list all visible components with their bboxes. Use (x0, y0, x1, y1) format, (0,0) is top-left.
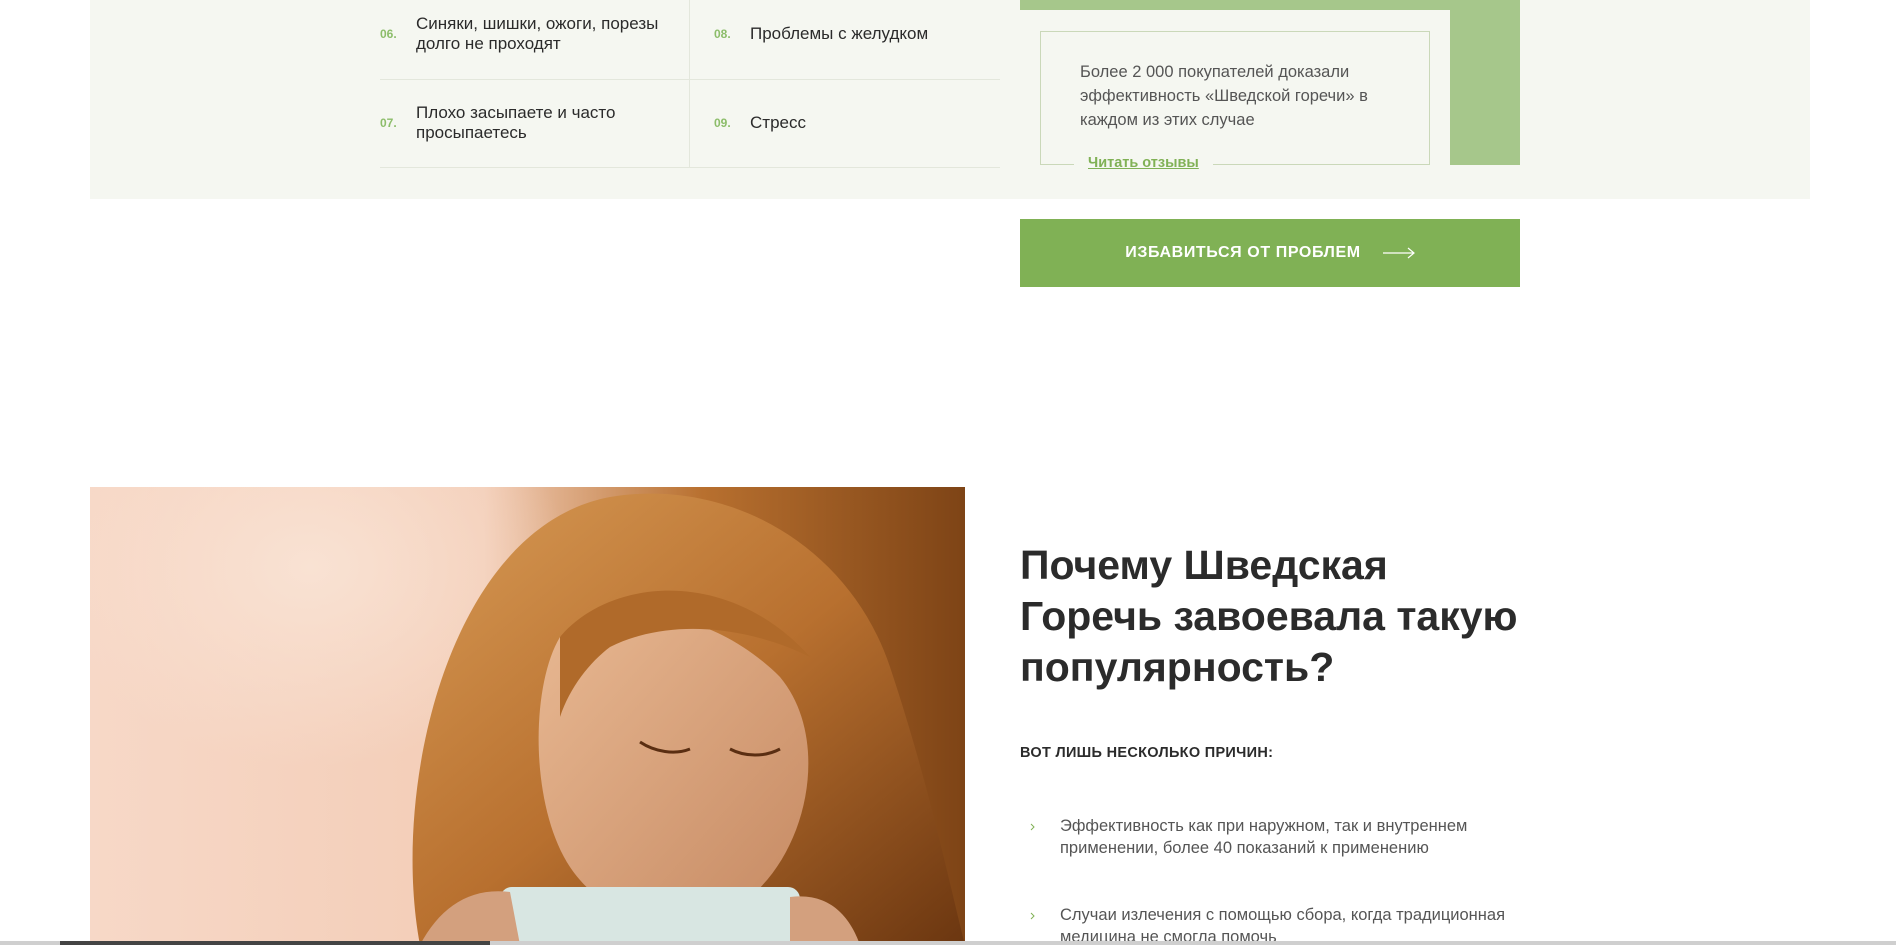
problem-item-08: 08. Проблемы с желудком (714, 14, 994, 54)
divider (380, 79, 1000, 80)
problem-number: 07. (380, 116, 397, 130)
reason-text: Случаи излечения с помощью сбора, когда … (1060, 906, 1506, 945)
problem-text: Проблемы с желудком (750, 24, 929, 43)
problem-text: Синяки, шишки, ожоги, порезы долго не пр… (416, 14, 659, 53)
problem-item-09: 09. Стресс (714, 103, 994, 143)
divider (689, 0, 690, 168)
testimonial-text: Более 2 000 покупателей доказали эффекти… (1080, 63, 1368, 129)
divider (380, 167, 1000, 168)
section-heading: Почему Шведская Горечь завоевала такую п… (1020, 542, 1518, 690)
problem-number: 08. (714, 27, 731, 41)
photo-illustration (412, 493, 965, 945)
reason-item: Случаи излечения с помощью сбора, когда … (1020, 904, 1530, 945)
reason-text: Эффективность как при наружном, так и вн… (1060, 817, 1468, 857)
get-rid-of-problems-button[interactable]: ИЗБАВИТЬСЯ ОТ ПРОБЛЕМ (1020, 219, 1520, 287)
decorative-green-block (1450, 0, 1520, 165)
problem-text: Стресс (750, 113, 806, 132)
problem-text: Плохо засыпаете и часто просыпаетесь (416, 103, 616, 142)
reason-item: Эффективность как при наружном, так и вн… (1020, 815, 1530, 859)
arrow-right-icon (1382, 247, 1415, 259)
problem-item-07: 07. Плохо засыпаете и часто просыпаетесь (380, 103, 680, 143)
problems-list: 06. Синяки, шишки, ожоги, порезы долго н… (380, 0, 1000, 168)
decorative-green-block (1020, 0, 1520, 10)
chevron-right-icon (1030, 912, 1035, 920)
cta-label: ИЗБАВИТЬСЯ ОТ ПРОБЛЕМ (1125, 244, 1361, 261)
woman-drinking-tea-photo (90, 487, 965, 945)
read-reviews-link[interactable]: Читать отзывы (1074, 153, 1213, 173)
problem-number: 06. (380, 27, 397, 41)
problem-number: 09. (714, 116, 731, 130)
problem-item-06: 06. Синяки, шишки, ожоги, порезы долго н… (380, 14, 680, 54)
chevron-right-icon (1030, 823, 1035, 831)
section-subheading: ВОТ ЛИШЬ НЕСКОЛЬКО ПРИЧИН: (1020, 745, 1274, 761)
scrollbar-thumb[interactable] (60, 941, 490, 945)
